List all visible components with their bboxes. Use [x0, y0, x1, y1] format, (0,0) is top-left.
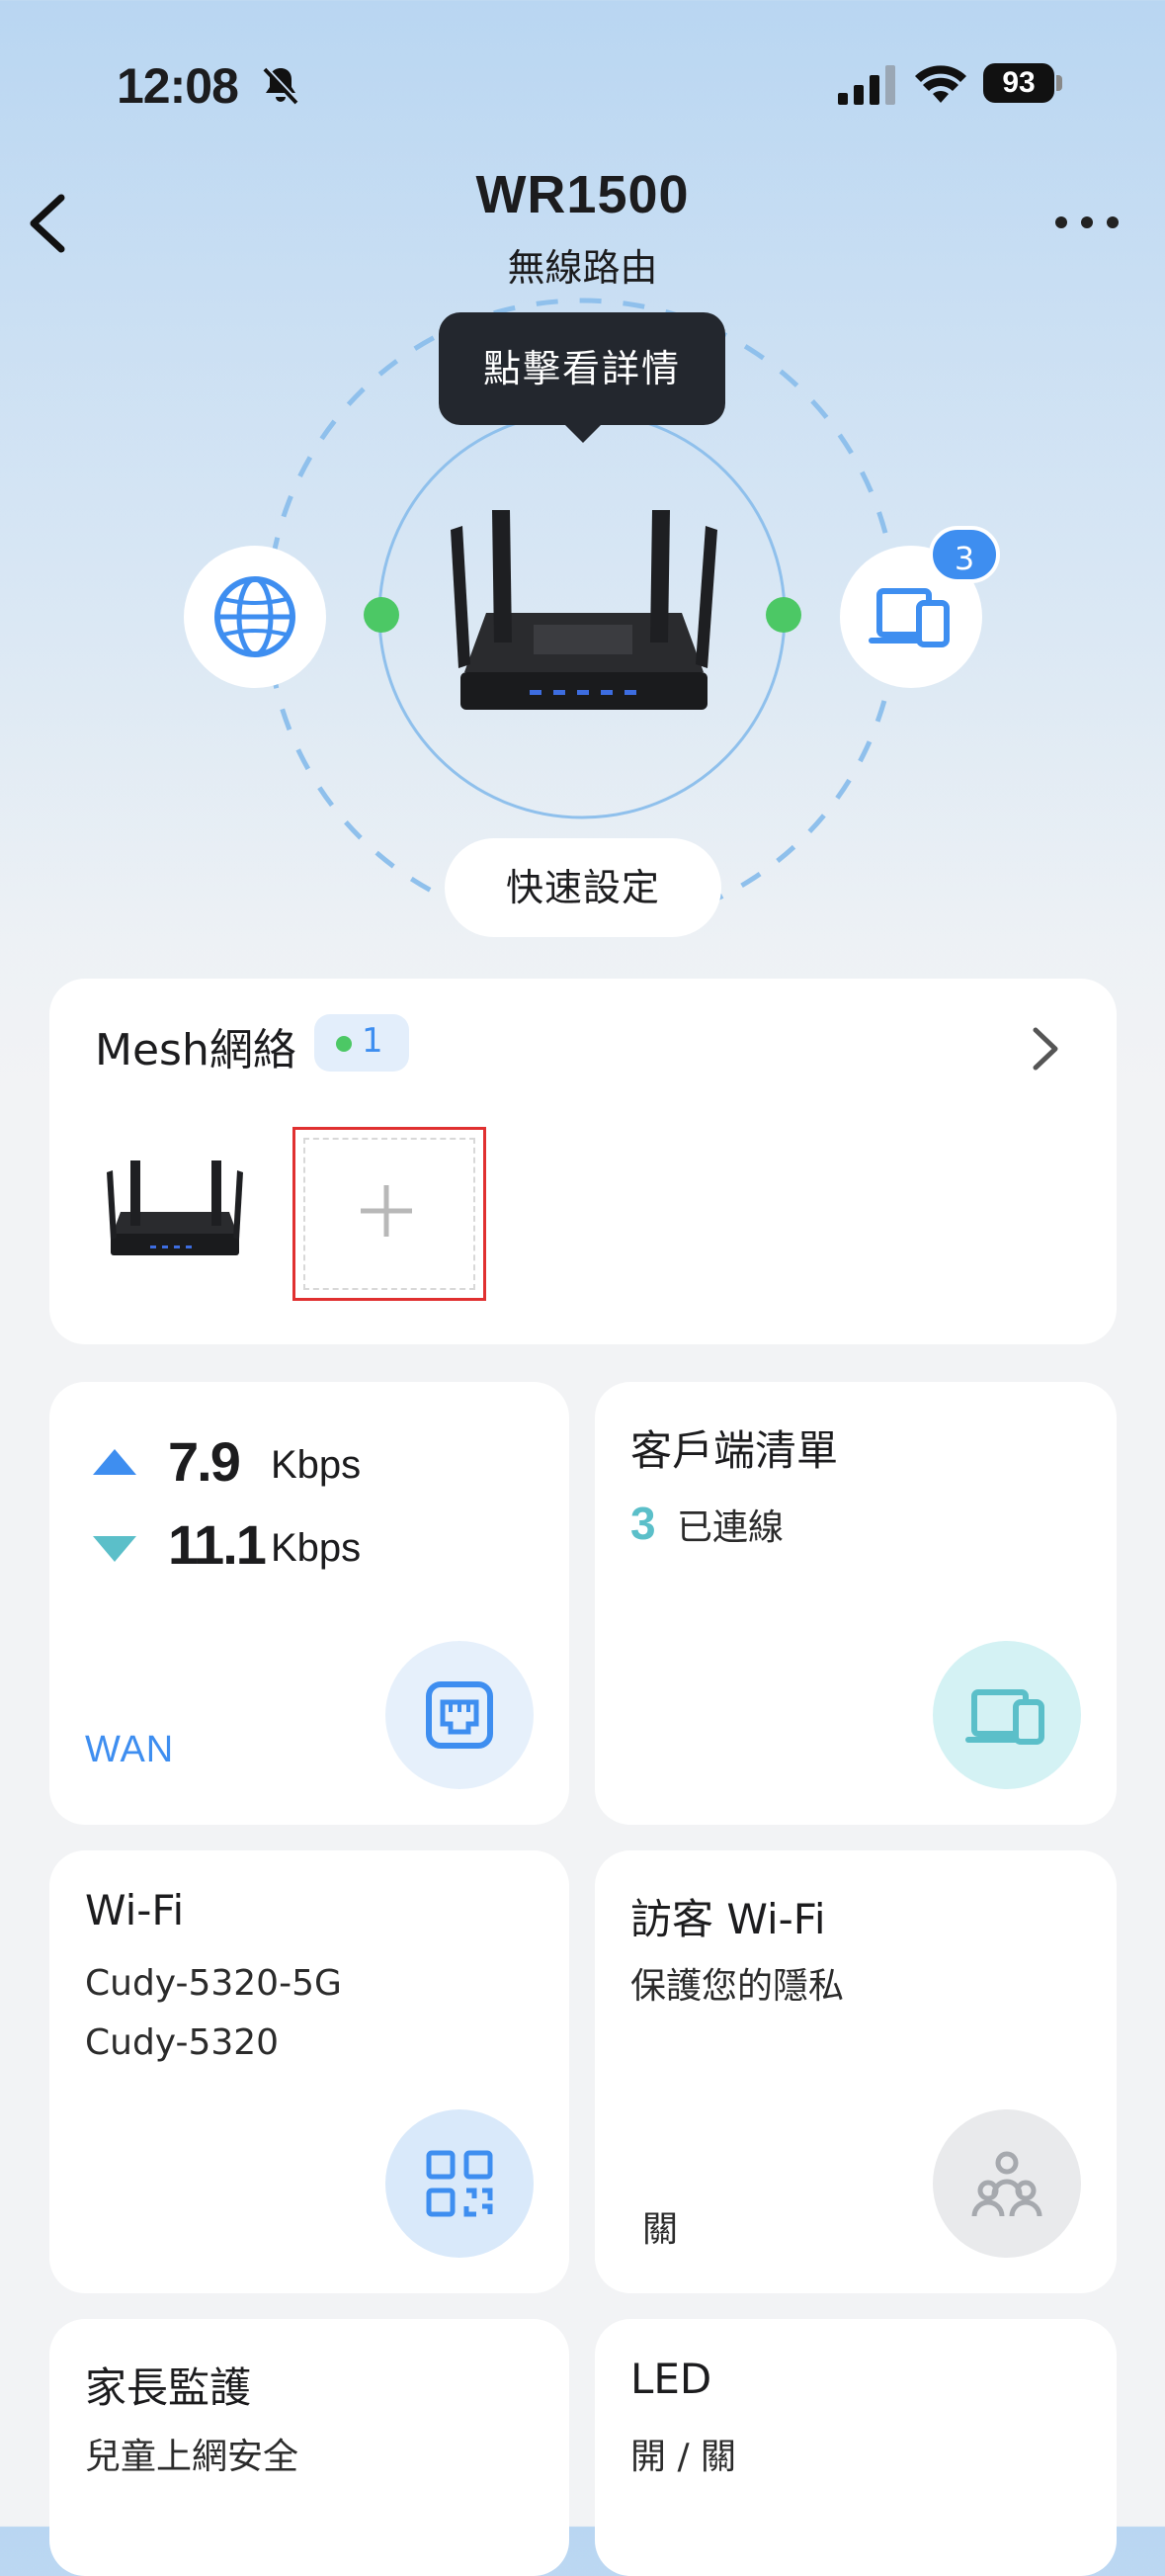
wifi-signal-icon [915, 65, 966, 103]
download-arrow-icon [93, 1536, 136, 1562]
upload-arrow-icon [93, 1449, 136, 1475]
wifi-ssid-5g: Cudy-5320-5G [85, 1963, 342, 2004]
upload-rate-row: 7.9 Kbps [93, 1429, 488, 1499]
battery-level: 93 [983, 63, 1054, 103]
devices-icon [933, 1641, 1081, 1789]
qr-code-icon[interactable] [385, 2109, 534, 2258]
mesh-network-card[interactable]: Mesh網絡 1 [49, 979, 1117, 1344]
cellular-signal-icon [838, 65, 895, 105]
upload-rate-value: 7.9 [168, 1430, 241, 1493]
guest-wifi-title: 訪客 Wi-Fi [630, 1895, 826, 1943]
parental-title: 家長監護 [85, 2363, 252, 2412]
wifi-ssid-24g: Cudy-5320 [85, 2022, 280, 2063]
ethernet-port-icon [385, 1641, 534, 1789]
internet-button[interactable] [184, 546, 326, 688]
download-rate-row: 11.1 Kbps [93, 1512, 488, 1582]
globe-icon [214, 576, 295, 657]
client-list-title: 客戶端清單 [630, 1426, 839, 1475]
wan-label: WAN [85, 1729, 175, 1770]
mesh-node-count: 1 [362, 1021, 383, 1061]
guest-users-icon [933, 2109, 1081, 2258]
upload-rate-unit: Kbps [271, 1443, 362, 1487]
guest-wifi-state: 關 [642, 2209, 679, 2250]
connected-count: 3 [630, 1498, 656, 1549]
online-dot [336, 1036, 352, 1052]
chevron-right-icon[interactable] [1028, 1024, 1063, 1073]
download-rate-unit: Kbps [271, 1526, 362, 1570]
device-count-badge: 3 [929, 526, 1000, 583]
router-image[interactable] [451, 510, 717, 710]
client-list-card[interactable]: 客戶端清單 3 已連線 [595, 1382, 1117, 1825]
battery-tip [1056, 75, 1062, 91]
more-options-icon[interactable] [1047, 208, 1126, 237]
page-title: WR1500 [475, 165, 690, 224]
tooltip-arrow [563, 423, 603, 443]
plus-icon [361, 1185, 412, 1237]
connected-clients-row: 3 已連線 [630, 1497, 784, 1550]
parental-subtitle: 兒童上網安全 [85, 2437, 299, 2477]
parental-control-card[interactable]: 家長監護 兒童上網安全 [49, 2319, 569, 2576]
mesh-title: Mesh網絡 [95, 1025, 296, 1075]
guest-wifi-subtitle: 保護您的隱私 [630, 1966, 845, 2007]
status-time: 12:08 [117, 58, 239, 114]
wifi-title: Wi-Fi [85, 1886, 185, 1934]
download-rate-value: 11.1 [168, 1513, 267, 1576]
mesh-router-image[interactable] [101, 1143, 249, 1271]
wan-card[interactable]: 7.9 Kbps 11.1 Kbps WAN [49, 1382, 569, 1825]
guest-wifi-card[interactable]: 訪客 Wi-Fi 保護您的隱私 關 [595, 1850, 1117, 2293]
mesh-node-badge: 1 [314, 1014, 409, 1072]
led-subtitle: 開 / 關 [630, 2437, 737, 2477]
add-mesh-node-button[interactable] [292, 1127, 486, 1301]
bell-muted-icon [263, 66, 299, 105]
led-card[interactable]: LED 開 / 關 [595, 2319, 1117, 2576]
connected-status: 已連線 [677, 1507, 785, 1548]
details-tooltip[interactable]: 點擊看詳情 [439, 312, 725, 425]
battery-indicator: 93 [983, 61, 1064, 109]
quick-setup-button[interactable]: 快速設定 [445, 838, 721, 937]
led-title: LED [630, 2355, 712, 2403]
wifi-card[interactable]: Wi-Fi Cudy-5320-5G Cudy-5320 [49, 1850, 569, 2293]
